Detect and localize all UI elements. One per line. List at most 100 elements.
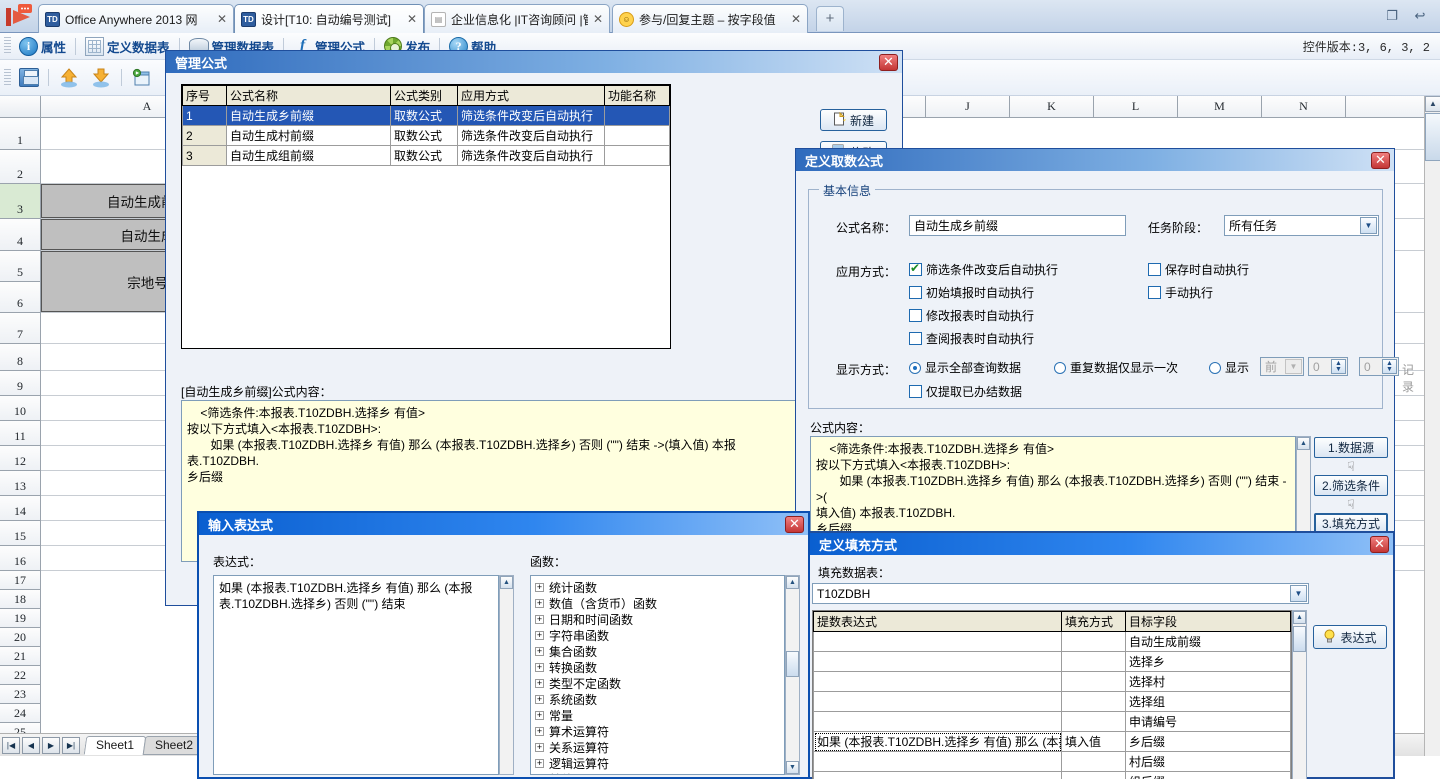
fill-table-select[interactable]: T10ZDBH ▼ [812, 583, 1309, 604]
radio-show-n-records[interactable]: 显示 [1209, 359, 1249, 376]
checkbox-auto-on-save[interactable]: 保存时自动执行 [1148, 261, 1249, 278]
scroll-up-icon[interactable]: ▲ [500, 576, 513, 589]
expand-icon[interactable]: + [535, 598, 544, 608]
formula-list-table[interactable]: 序号 公式名称 公式类别 应用方式 功能名称 1 自动生成乡前缀 取数公式 筛选 [181, 84, 671, 349]
row-header[interactable]: 22 [0, 666, 41, 685]
select-all-corner[interactable] [0, 96, 41, 117]
expand-icon[interactable]: + [535, 710, 544, 720]
toolbar-grip[interactable] [4, 68, 11, 87]
run-preview-button[interactable] [126, 66, 155, 90]
scroll-up-icon[interactable]: ▲ [1293, 611, 1306, 624]
row-header[interactable]: 9 [0, 371, 41, 396]
row-header[interactable]: 12 [0, 446, 41, 471]
function-tree-item[interactable]: + 集合函数 [535, 643, 780, 659]
dialog-title-bar[interactable]: 输入表达式 ✕ [199, 513, 808, 535]
radio-show-all-query-data[interactable]: 显示全部查询数据 [909, 359, 1021, 376]
column-header-M[interactable]: M [1178, 96, 1262, 117]
chevron-down-icon[interactable]: ▼ [1360, 217, 1377, 234]
function-tree-item[interactable]: + 常量 [535, 707, 780, 723]
table-row[interactable]: 选择组 [813, 691, 1291, 712]
function-tree[interactable]: + 统计函数 + 数值（含货币）函数 + 日期和时间函数 + 字符串函数 + 集合函数 +… [530, 575, 785, 775]
scroll-up-icon[interactable]: ▲ [786, 576, 799, 589]
row-header[interactable]: 14 [0, 496, 41, 521]
column-header-J[interactable]: J [926, 96, 1010, 117]
formula-name-input[interactable]: 自动生成乡前缀 [909, 215, 1126, 236]
function-tree-item[interactable]: + 数值（含货币）函数 [535, 595, 780, 611]
checkbox-auto-on-initial-fill[interactable]: 初始填报时自动执行 [909, 284, 1034, 301]
row-header[interactable]: 19 [0, 609, 41, 628]
checkbox-only-finished-data[interactable]: 仅提取已办结数据 [909, 383, 1022, 400]
table-row[interactable]: 2 自动生成村前缀 取数公式 筛选条件改变后自动执行 [182, 125, 670, 146]
function-tree-item[interactable]: + 算术运算符 [535, 723, 780, 739]
expression-button[interactable]: 表达式 [1313, 625, 1387, 649]
close-icon[interactable]: ✕ [593, 13, 603, 25]
table-row[interactable]: 3 自动生成组前缀 取数公式 筛选条件改变后自动执行 [182, 145, 670, 166]
row-header[interactable]: 4 [0, 219, 41, 251]
sheet-nav-prev-icon[interactable]: ◀ [22, 736, 40, 754]
expand-icon[interactable]: + [535, 694, 544, 704]
function-tree-item[interactable]: + 统计函数 [535, 579, 780, 595]
scroll-up-icon[interactable]: ▲ [1297, 437, 1310, 450]
expression-scrollbar[interactable]: ▲ [499, 575, 514, 775]
row-header[interactable]: 1 [0, 118, 41, 150]
function-tree-item[interactable]: + 系统函数 [535, 691, 780, 707]
browser-tab-2[interactable]: ▤ 企业信息化 |IT咨询顾问 |管 ✕ [424, 4, 610, 33]
display-position-select[interactable]: 前 ▼ [1260, 357, 1304, 376]
expand-icon[interactable]: + [535, 678, 544, 688]
scrollbar-thumb[interactable] [786, 651, 799, 677]
browser-tab-0[interactable]: TD Office Anywhere 2013 网 ✕ [38, 4, 234, 33]
new-tab-button[interactable]: + [816, 6, 844, 31]
column-header-K[interactable]: K [1010, 96, 1094, 117]
function-tree-scrollbar[interactable]: ▲ ▼ [785, 575, 800, 775]
function-tree-item[interactable]: + 日期和时间函数 [535, 611, 780, 627]
fill-method-dialog[interactable]: 定义填充方式 ✕ 填充数据表： T10ZDBH ▼ 提数表达式 填充方式 目标字… [808, 531, 1395, 779]
row-header[interactable]: 15 [0, 521, 41, 546]
row-header[interactable]: 23 [0, 685, 41, 704]
dialog-title-bar[interactable]: 管理公式 ✕ [166, 51, 902, 73]
column-header-N[interactable]: N [1262, 96, 1346, 117]
row-header[interactable]: 20 [0, 628, 41, 647]
row-header[interactable]: 13 [0, 471, 41, 496]
step-1-data-source-button[interactable]: 1.数据源 [1314, 437, 1388, 458]
table-row[interactable]: 自动生成前缀 [813, 631, 1291, 652]
expand-icon[interactable]: + [535, 646, 544, 656]
row-header-selected[interactable]: 3 [0, 184, 41, 219]
expand-icon[interactable]: + [535, 582, 544, 592]
function-tree-item[interactable]: + 逻辑运算符 [535, 755, 780, 771]
toolbar-item-define-table[interactable]: 定义数据表 [80, 34, 175, 58]
save-button[interactable] [14, 66, 44, 90]
back-button[interactable] [4, 4, 38, 30]
sheet-tab-sheet1[interactable]: Sheet1 [83, 735, 147, 755]
function-tree-item[interactable]: + 其他 [535, 771, 780, 775]
close-icon[interactable]: ✕ [785, 516, 804, 533]
sheet-nav-first-icon[interactable]: |◀ [2, 736, 20, 754]
table-row[interactable]: 1 自动生成乡前缀 取数公式 筛选条件改变后自动执行 [182, 105, 670, 126]
close-icon[interactable]: ✕ [407, 13, 417, 25]
restore-window-icon[interactable]: ❐ [1382, 6, 1402, 26]
scrollbar-thumb[interactable] [1425, 113, 1440, 161]
function-tree-item[interactable]: + 转换函数 [535, 659, 780, 675]
download-button[interactable] [85, 66, 117, 90]
step-2-filter-condition-button[interactable]: 2.筛选条件 [1314, 475, 1388, 496]
function-tree-item[interactable]: + 关系运算符 [535, 739, 780, 755]
fill-table-scrollbar[interactable]: ▲ [1292, 610, 1307, 779]
table-row[interactable]: 组后缀 [813, 771, 1291, 779]
column-header-L[interactable]: L [1094, 96, 1178, 117]
close-icon[interactable]: ✕ [217, 13, 227, 25]
row-header[interactable]: 6 [0, 282, 41, 313]
checkbox-auto-on-edit-report[interactable]: 修改报表时自动执行 [909, 307, 1034, 324]
row-header[interactable]: 17 [0, 571, 41, 590]
spinner-arrows-icon[interactable]: ▲ ▼ [1382, 359, 1397, 374]
scroll-down-icon[interactable]: ▼ [786, 761, 799, 774]
upload-button[interactable] [53, 66, 85, 90]
display-offset-stepper[interactable]: 0 ▲ ▼ [1359, 357, 1399, 376]
task-stage-select[interactable]: 所有任务 ▼ [1224, 215, 1379, 236]
dialog-title-bar[interactable]: 定义取数公式 ✕ [796, 149, 1394, 171]
close-icon[interactable]: ✕ [879, 54, 898, 71]
close-icon[interactable]: ✕ [1370, 536, 1389, 553]
row-header[interactable]: 8 [0, 344, 41, 371]
fill-method-table[interactable]: 提数表达式 填充方式 目标字段 自动生成前缀 选择乡 选择村 选择组 申请编号 … [812, 610, 1292, 779]
chevron-down-icon[interactable]: ▼ [1285, 359, 1302, 374]
vertical-scrollbar[interactable]: ▲ [1424, 96, 1440, 756]
sheet-nav-next-icon[interactable]: ▶ [42, 736, 60, 754]
